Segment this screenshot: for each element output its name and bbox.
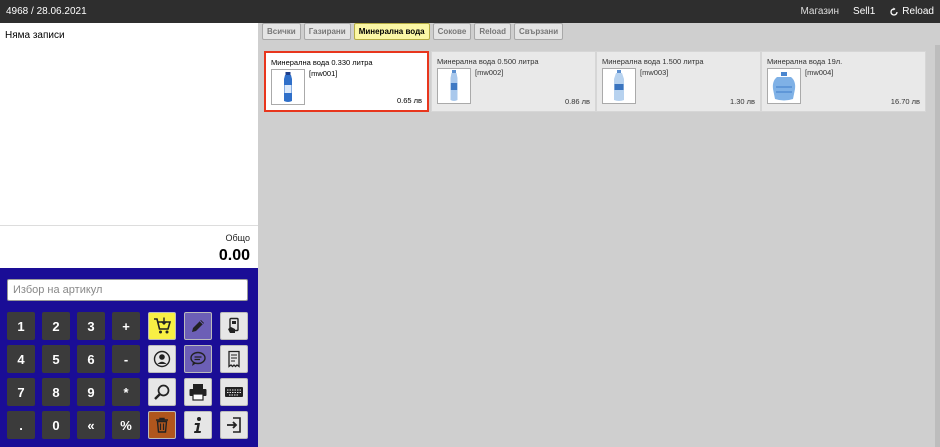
comment-button[interactable] [184, 345, 212, 373]
category-tab[interactable]: Reload [474, 23, 511, 40]
add-to-cart-icon [152, 316, 172, 336]
article-search-input[interactable] [7, 279, 248, 301]
session-info: 4968 / 28.06.2021 [6, 6, 87, 17]
receipt-panel: Няма записи Общо 0.00 [0, 23, 258, 268]
keypad-key[interactable]: . [7, 411, 35, 439]
category-tab[interactable]: Газирани [303, 23, 351, 40]
product-card[interactable]: Минерална вода 1.500 литра [mw003] 1.30 лв [596, 51, 761, 112]
category-tabs: Всички Газирани Минерална вода Сокове Reload… [262, 23, 564, 40]
product-name: Минерална вода 19л. [767, 57, 843, 66]
product-price: 0.86 лв [564, 97, 590, 106]
keypad-key[interactable]: 9 [77, 378, 105, 406]
keypad-panel: 123+456- 789*.0«% [0, 268, 258, 447]
keypad-key[interactable]: 0 [42, 411, 70, 439]
product-thumbnail [767, 68, 801, 104]
trash-button[interactable] [148, 411, 176, 439]
category-tab[interactable]: Сокове [432, 23, 472, 40]
keypad-key[interactable]: 2 [42, 312, 70, 340]
product-card[interactable]: Минерална вода 19л. [mw004] 16.70 лв [761, 51, 926, 112]
keypad-key[interactable]: + [112, 312, 140, 340]
keypad-key[interactable]: 8 [42, 378, 70, 406]
keyboard-icon [224, 384, 244, 400]
product-code: [mw004] [805, 68, 834, 77]
category-tab[interactable]: Минерална вода [353, 23, 430, 40]
reload-button[interactable]: Reload [889, 6, 934, 17]
pencil-button[interactable] [184, 312, 212, 340]
payment-card-icon [225, 317, 243, 335]
total-value: 0.00 [218, 247, 250, 264]
keypad-key[interactable]: 7 [7, 378, 35, 406]
water-jug-icon [768, 69, 800, 108]
printer-icon [188, 383, 208, 401]
keypad-key[interactable]: « [77, 411, 105, 439]
search-button[interactable] [148, 378, 176, 406]
product-name: Минерална вода 0.500 литра [437, 57, 539, 66]
search-icon [153, 383, 171, 401]
product-code: [mw001] [309, 69, 338, 78]
keypad-key[interactable]: 3 [77, 312, 105, 340]
receipt-button[interactable] [220, 345, 248, 373]
add-to-cart-button[interactable] [148, 312, 176, 340]
keypad-key[interactable]: - [112, 345, 140, 373]
empty-receipt-message: Няма записи [5, 30, 65, 41]
reload-icon [890, 7, 898, 16]
scrollbar-track[interactable] [935, 45, 940, 447]
keypad-key[interactable]: % [112, 411, 140, 439]
product-card[interactable]: Минерална вода 0.330 литра [mw001] 0.65 лв [264, 51, 429, 112]
user-button[interactable] [148, 345, 176, 373]
product-thumbnail [271, 69, 305, 105]
store-link[interactable]: Магазин [800, 6, 839, 17]
pencil-icon [189, 317, 207, 335]
product-grid: Минерална вода 0.330 литра [mw001] 0.65 лв… [262, 51, 933, 114]
keypad-key[interactable]: 1 [7, 312, 35, 340]
product-thumbnail [437, 68, 471, 104]
receipt-icon [225, 350, 243, 368]
total-divider [0, 225, 258, 226]
keypad-key[interactable]: * [112, 378, 140, 406]
keypad-key[interactable]: 4 [7, 345, 35, 373]
exit-button[interactable] [220, 411, 248, 439]
user-name[interactable]: Sell1 [853, 6, 875, 17]
product-code: [mw003] [640, 68, 669, 77]
payment-card-button[interactable] [220, 312, 248, 340]
trash-icon [153, 416, 171, 434]
category-tab[interactable]: Свързани [513, 23, 564, 40]
total-label: Общо [225, 233, 250, 243]
comment-icon [189, 350, 207, 368]
top-bar: 4968 / 28.06.2021 Магазин Sell1 Reload [0, 0, 940, 23]
keyboard-button[interactable] [220, 378, 248, 406]
product-card[interactable]: Минерална вода 0.500 литра [mw002] 0.86 лв [431, 51, 596, 112]
product-code: [mw002] [475, 68, 504, 77]
category-tab[interactable]: Всички [262, 23, 301, 40]
user-icon [153, 350, 171, 368]
small-bottle-icon [272, 70, 304, 109]
keypad-key[interactable]: 6 [77, 345, 105, 373]
info-icon [190, 416, 206, 434]
product-price: 1.30 лв [729, 97, 755, 106]
large-bottle-icon [603, 69, 635, 108]
product-thumbnail [602, 68, 636, 104]
info-button[interactable] [184, 411, 212, 439]
bottle-icon [438, 69, 470, 108]
product-price: 0.65 лв [396, 96, 422, 105]
printer-button[interactable] [184, 378, 212, 406]
keypad-key[interactable]: 5 [42, 345, 70, 373]
top-bar-actions: Магазин Sell1 Reload [800, 6, 934, 17]
product-price: 16.70 лв [890, 97, 920, 106]
product-name: Минерална вода 0.330 литра [271, 58, 373, 67]
reload-label: Reload [902, 6, 934, 17]
product-name: Минерална вода 1.500 литра [602, 57, 704, 66]
exit-icon [225, 416, 243, 434]
